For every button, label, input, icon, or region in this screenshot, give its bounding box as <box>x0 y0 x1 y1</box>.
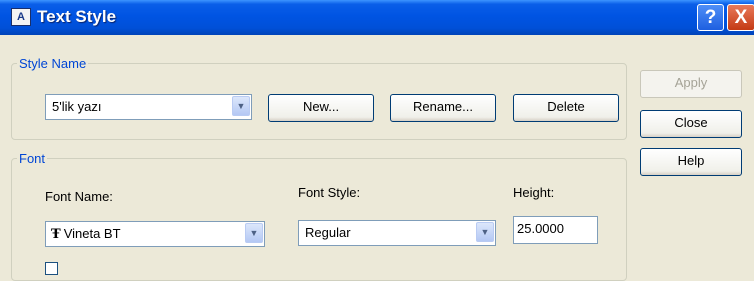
font-name-label: Font Name: <box>45 189 113 204</box>
close-button[interactable]: Close <box>640 110 742 138</box>
font-name-value: Vineta BT <box>63 226 121 241</box>
height-field[interactable] <box>513 216 598 244</box>
chevron-down-icon[interactable]: ▼ <box>476 222 494 242</box>
title-help-button[interactable]: ? <box>697 4 724 31</box>
chevron-down-icon[interactable]: ▼ <box>245 223 263 243</box>
window-title: Text Style <box>37 7 117 26</box>
delete-button[interactable]: Delete <box>513 94 619 122</box>
new-button[interactable]: New... <box>268 94 374 122</box>
style-name-dropdown[interactable]: 5'lik yazı ▼ <box>45 94 252 120</box>
help-button[interactable]: Help <box>640 148 742 176</box>
title-close-button[interactable]: X <box>727 4 754 31</box>
rename-button[interactable]: Rename... <box>390 94 496 122</box>
font-style-dropdown[interactable]: Regular ▼ <box>298 220 496 246</box>
apply-button[interactable]: Apply <box>640 70 742 98</box>
style-name-legend: Style Name <box>19 56 87 71</box>
font-legend: Font <box>19 151 46 166</box>
font-name-dropdown[interactable]: Ŧ Vineta BT ▼ <box>45 221 265 247</box>
height-label: Height: <box>513 185 555 200</box>
style-name-value: 5'lik yazı <box>52 99 102 114</box>
truetype-font-icon: Ŧ <box>51 227 61 242</box>
font-style-value: Regular <box>305 225 351 240</box>
checkbox[interactable] <box>45 262 58 275</box>
font-style-label: Font Style: <box>298 185 361 200</box>
height-input[interactable] <box>517 221 592 236</box>
text-style-icon: A <box>11 8 31 26</box>
title-bar[interactable]: A Text Style ? X <box>0 0 754 35</box>
chevron-down-icon[interactable]: ▼ <box>232 96 250 116</box>
